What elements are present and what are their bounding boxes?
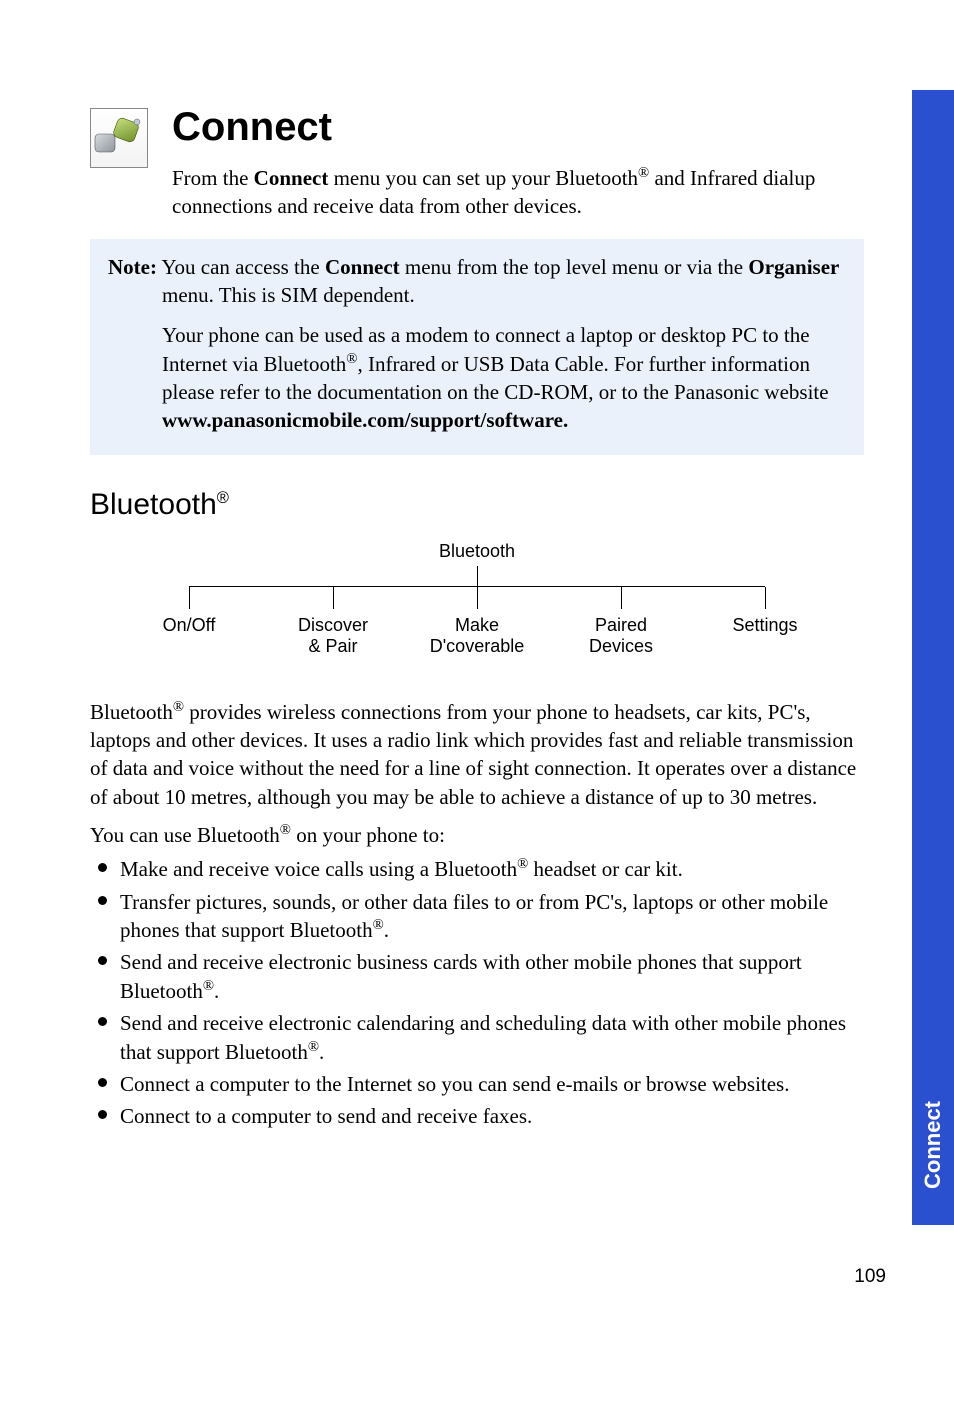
list-item: Transfer pictures, sounds, or other data… (90, 888, 864, 945)
intro-paragraph: From the Connect menu you can set up you… (172, 164, 864, 221)
section-heading-bluetooth: Bluetooth® (90, 485, 864, 526)
note1-connect: Connect (325, 255, 400, 279)
page-title: Connect (172, 100, 864, 154)
tree-item-line1: Paired (549, 615, 693, 637)
title-text: Connect From the Connect menu you can se… (172, 100, 864, 221)
section-heading-text: Bluetooth (90, 488, 217, 521)
bullet2-a: Transfer pictures, sounds, or other data… (120, 890, 828, 942)
list-item: Send and receive electronic calendaring … (90, 1009, 864, 1066)
bullet6: Connect to a computer to send and receiv… (120, 1104, 532, 1128)
registered-icon: ® (280, 822, 291, 838)
intro-mid: menu you can set up your Bluetooth (328, 166, 638, 190)
bluetooth-description: Bluetooth® provides wireless connections… (90, 698, 864, 811)
bullet1-b: headset or car kit. (528, 857, 683, 881)
registered-icon: ® (638, 165, 649, 181)
bullet3-a: Send and receive electronic business car… (120, 950, 802, 1002)
list-item: Connect to a computer to send and receiv… (90, 1102, 864, 1130)
tree-item-line1: Settings (693, 615, 837, 637)
page-content: Connect From the Connect menu you can se… (0, 0, 954, 1131)
note1-a: You can access the (161, 255, 325, 279)
title-block: Connect From the Connect menu you can se… (90, 100, 864, 221)
note-row-2: Your phone can be used as a modem to con… (162, 321, 846, 434)
tree-item-line1: On/Off (117, 615, 261, 637)
bullet4-a: Send and receive electronic calendaring … (120, 1011, 846, 1063)
tree-item-onoff: On/Off (117, 587, 261, 658)
intro-menu-name: Connect (254, 166, 329, 190)
registered-icon: ® (217, 489, 229, 507)
tree-item-line1: Make (405, 615, 549, 637)
para1-b: provides wireless connections from your … (90, 700, 856, 809)
bullet5: Connect a computer to the Internet so yo… (120, 1072, 789, 1096)
tree-item-line2: D'coverable (405, 636, 549, 658)
bullet4-b: . (319, 1040, 324, 1064)
registered-icon: ® (373, 917, 384, 933)
tree-item-settings: Settings (693, 587, 837, 658)
bullet3-b: . (214, 979, 219, 1003)
note1-organiser: Organiser (748, 255, 839, 279)
note-row-1: Note: You can access the Connect menu fr… (108, 253, 846, 310)
list-item: Send and receive electronic business car… (90, 948, 864, 1005)
tree-item-discover: Discover & Pair (261, 587, 405, 658)
tree-item-make: Make D'coverable (405, 587, 549, 658)
connect-icon (90, 108, 148, 168)
note-box: Note: You can access the Connect menu fr… (90, 239, 864, 455)
para1-a: Bluetooth (90, 700, 173, 724)
tree-item-line2: Devices (549, 636, 693, 658)
tree-item-paired: Paired Devices (549, 587, 693, 658)
page-number: 109 (854, 1264, 886, 1290)
side-tab: Connect (912, 1065, 954, 1225)
tree-row: On/Off Discover & Pair Make D'coverable … (117, 587, 837, 658)
registered-icon: ® (346, 351, 357, 367)
note1-e: menu. This is SIM dependent. (162, 281, 846, 309)
bullet2-b: . (384, 918, 389, 942)
list-item: Make and receive voice calls using a Blu… (90, 855, 864, 883)
note-url: www.panasonicmobile.com/support/software… (162, 408, 568, 432)
registered-icon: ® (203, 978, 214, 994)
menu-tree: Bluetooth On/Off Discover & Pair Make D'… (90, 539, 864, 657)
para2-a: You can use Bluetooth (90, 823, 280, 847)
para2-b: on your phone to: (291, 823, 445, 847)
list-item: Connect a computer to the Internet so yo… (90, 1070, 864, 1098)
tree-item-line2: & Pair (261, 636, 405, 658)
note1-c: menu from the top level menu or via the (400, 255, 749, 279)
intro-pre: From the (172, 166, 254, 190)
tree-root-label: Bluetooth (439, 539, 515, 563)
bullet-list: Make and receive voice calls using a Blu… (90, 855, 864, 1130)
side-tab-label: Connect (918, 1101, 948, 1189)
registered-icon: ® (517, 856, 528, 872)
bullet1-a: Make and receive voice calls using a Blu… (120, 857, 517, 881)
tree-item-line1: Discover (261, 615, 405, 637)
registered-icon: ® (308, 1039, 319, 1055)
registered-icon: ® (173, 699, 184, 715)
note-label: Note: (108, 255, 157, 279)
bluetooth-uses-intro: You can use Bluetooth® on your phone to: (90, 821, 864, 849)
tree-stem (477, 566, 478, 586)
